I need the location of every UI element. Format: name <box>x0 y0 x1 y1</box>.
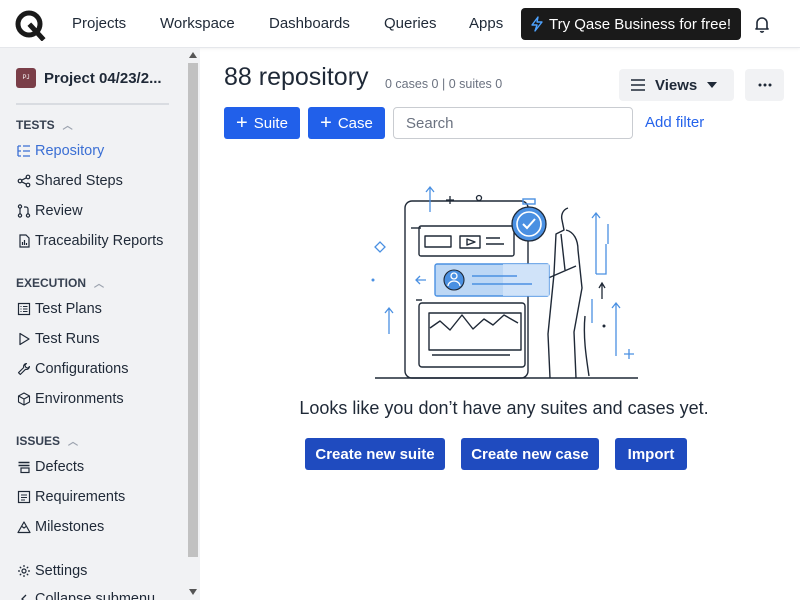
project-switcher[interactable]: PJ Project 04/23/2... <box>16 68 162 88</box>
project-avatar: PJ <box>16 68 36 88</box>
section-tests-label: TESTS <box>16 117 55 132</box>
sidebar-item-defects[interactable]: Defects <box>16 459 84 475</box>
sidebar-item-repository[interactable]: Repository <box>16 143 104 159</box>
collapse-icon <box>16 592 31 600</box>
empty-state-illustration <box>371 185 638 379</box>
add-suite-label: Suite <box>253 114 288 132</box>
sidebar-item-label: Settings <box>35 563 88 579</box>
import-button[interactable]: Import <box>615 438 687 470</box>
add-filter-link[interactable]: Add filter <box>645 114 704 131</box>
sidebar-item-label: Review <box>35 203 83 219</box>
section-issues[interactable]: ISSUES ︿ <box>16 433 79 449</box>
scroll-down-arrow-icon[interactable] <box>189 589 197 595</box>
section-tests[interactable]: TESTS ︿ <box>16 117 73 133</box>
views-dropdown[interactable]: Views <box>619 69 734 101</box>
qase-logo[interactable] <box>14 9 46 41</box>
nav-projects[interactable]: Projects <box>72 15 126 32</box>
cube-icon <box>16 392 31 407</box>
views-label: Views <box>655 76 698 94</box>
sidebar-scrollbar-thumb[interactable] <box>188 63 198 557</box>
sidebar-item-label: Traceability Reports <box>35 233 164 249</box>
project-name: Project 04/23/2... <box>44 69 162 87</box>
file-chart-icon <box>16 234 31 249</box>
wrench-icon <box>16 362 31 377</box>
share-nodes-icon <box>16 174 31 189</box>
sidebar-item-traceability-reports[interactable]: Traceability Reports <box>16 233 163 249</box>
sidebar-item-label: Requirements <box>35 489 126 505</box>
add-suite-button[interactable]: + Suite <box>224 107 300 139</box>
add-case-label: Case <box>337 114 373 132</box>
more-options-button[interactable] <box>745 69 784 101</box>
sidebar-item-configurations[interactable]: Configurations <box>16 361 129 377</box>
empty-state-message: Looks like you don’t have any suites and… <box>299 398 709 418</box>
sidebar: PJ Project 04/23/2... TESTS ︿ Repository… <box>0 48 200 600</box>
sidebar-item-label: Repository <box>35 143 105 159</box>
sidebar-item-review[interactable]: Review <box>16 203 83 219</box>
caret-down-icon <box>707 82 718 88</box>
nav-dashboards[interactable]: Dashboards <box>269 15 350 32</box>
repository-counts: 0 cases 0 | 0 suites 0 <box>385 77 503 91</box>
try-business-label: Try Qase Business for free! <box>549 15 732 33</box>
try-business-button[interactable]: Try Qase Business for free! <box>521 8 741 40</box>
add-case-button[interactable]: + Case <box>308 107 385 139</box>
sidebar-item-label: Test Runs <box>35 331 100 347</box>
sidebar-item-shared-steps[interactable]: Shared Steps <box>16 173 123 189</box>
list-alt-icon <box>16 302 31 317</box>
checklist-icon <box>16 490 31 505</box>
sidebar-item-test-plans[interactable]: Test Plans <box>16 301 102 317</box>
chevron-up-icon: ︿ <box>62 121 73 132</box>
git-pull-request-icon <box>16 204 31 219</box>
bug-list-icon <box>16 460 31 475</box>
sidebar-item-milestones[interactable]: Milestones <box>16 519 104 535</box>
sidebar-item-settings[interactable]: Settings <box>16 563 87 579</box>
create-new-suite-button[interactable]: Create new suite <box>305 438 445 470</box>
sidebar-item-requirements[interactable]: Requirements <box>16 489 125 505</box>
lightning-icon <box>531 16 543 32</box>
plus-icon: + <box>236 112 248 134</box>
chevron-up-icon: ︿ <box>94 279 105 290</box>
nav-workspace[interactable]: Workspace <box>160 15 235 32</box>
search-input[interactable] <box>393 107 633 139</box>
plus-icon: + <box>320 112 332 134</box>
sidebar-item-label: Configurations <box>35 361 129 377</box>
sidebar-item-label: Collapse submenu <box>35 591 156 600</box>
play-icon <box>16 332 31 347</box>
gear-icon <box>16 564 31 579</box>
page-title: 88 repository <box>224 63 369 91</box>
sidebar-item-label: Environments <box>35 391 124 407</box>
list-tree-icon <box>16 144 31 159</box>
nav-queries[interactable]: Queries <box>384 15 437 32</box>
ellipsis-icon <box>758 83 771 87</box>
section-execution[interactable]: EXECUTION ︿ <box>16 275 105 291</box>
sidebar-item-label: Milestones <box>35 519 105 535</box>
bell-icon[interactable] <box>752 14 772 34</box>
top-navigation-bar: Projects Workspace Dashboards Queries Ap… <box>0 0 800 48</box>
sidebar-item-environments[interactable]: Environments <box>16 391 124 407</box>
collapse-submenu-button[interactable]: Collapse submenu <box>16 591 155 600</box>
sidebar-item-label: Shared Steps <box>35 173 123 189</box>
section-issues-label: ISSUES <box>16 433 61 448</box>
sidebar-item-label: Test Plans <box>35 301 102 317</box>
sidebar-divider <box>16 103 169 105</box>
scroll-up-arrow-icon[interactable] <box>189 52 197 58</box>
section-execution-label: EXECUTION <box>16 275 87 290</box>
nav-apps[interactable]: Apps <box>469 15 503 32</box>
sidebar-item-label: Defects <box>35 459 85 475</box>
create-new-case-button[interactable]: Create new case <box>461 438 599 470</box>
sidebar-item-test-runs[interactable]: Test Runs <box>16 331 99 347</box>
chevron-up-icon: ︿ <box>68 437 79 448</box>
mountain-icon <box>16 520 31 535</box>
menu-lines-icon <box>631 79 645 91</box>
